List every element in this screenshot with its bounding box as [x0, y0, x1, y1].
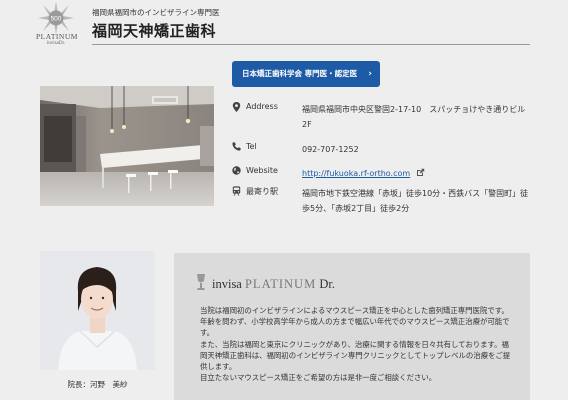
logo-brand-text: PLATINUM: [36, 32, 78, 41]
page-subtitle: 福岡県福岡市のインビザライン専門医: [92, 8, 220, 17]
intro-paragraph-1: 当院は福岡初のインビザラインによるマウスピース矯正を中心とした歯列矯正専門医院で…: [200, 306, 510, 338]
intro-panel: invisa PLATINUM Dr. 当院は福岡初のインビザラインによるマウス…: [174, 253, 530, 400]
page-title: 福岡天神矯正歯科: [92, 22, 217, 40]
tel-value[interactable]: 092-707-1252: [302, 142, 534, 157]
brand-prefix: invisa: [212, 277, 242, 291]
globe-icon: [232, 166, 242, 176]
website-label: Website: [246, 166, 278, 175]
intro-paragraph-2: また、当院は福岡と東京にクリニックがあり、治療に関する情報を日々共有しております…: [200, 339, 511, 372]
tel-label: Tel: [246, 142, 257, 151]
certification-button-label: 日本矯正歯科学会 専門医・認定医: [242, 69, 358, 78]
train-icon: [232, 186, 242, 196]
clinic-interior-photo: [40, 86, 214, 206]
chevron-right-icon: ›: [368, 69, 372, 79]
address-value: 福岡県福岡市中央区警固2-17-10 スパッチョけやき通りビル 2F: [302, 105, 526, 129]
intro-paragraph-3: 目立たないマウスピース矯正をご希望の方は是非一度ご相談ください。: [200, 373, 437, 383]
address-label: Address: [246, 102, 278, 111]
website-value: http://fukuoka.rf-ortho.com: [302, 166, 534, 181]
trophy-icon: [197, 274, 205, 290]
header: 500 PLATINUM invisaDr. 福岡県福岡市のインビザライン専門医…: [0, 0, 568, 60]
intro-text: 当院は福岡初のインビザラインによるマウスピース矯正を中心とした歯列矯正専門医院で…: [200, 305, 512, 383]
logo-sub-text: invisaDr.: [46, 41, 66, 46]
certification-button[interactable]: 日本矯正歯科学会 専門医・認定医 ›: [232, 61, 380, 87]
doctor-caption: 院長：河野 美紗: [67, 380, 128, 389]
badge-number: 500: [51, 16, 62, 23]
external-link-icon[interactable]: [416, 168, 425, 177]
platinum-logo[interactable]: 500 PLATINUM invisaDr.: [36, 2, 78, 58]
nearest-station-value: 福岡市地下鉄空港線「赤坂」徒歩10分・西鉄バス「警固町」徒歩5分、「赤坂2丁目」…: [302, 189, 529, 213]
brand-suffix: Dr.: [319, 277, 335, 291]
doctor-photo: [40, 251, 155, 370]
star-badge-icon: 500: [38, 2, 74, 34]
nearest-station-label: 最寄り駅: [246, 187, 278, 196]
phone-icon: [232, 142, 242, 152]
location-pin-icon: [232, 102, 242, 112]
website-link[interactable]: http://fukuoka.rf-ortho.com: [302, 169, 410, 178]
title-divider: [92, 44, 530, 45]
brand-main: PLATINUM: [244, 277, 317, 291]
